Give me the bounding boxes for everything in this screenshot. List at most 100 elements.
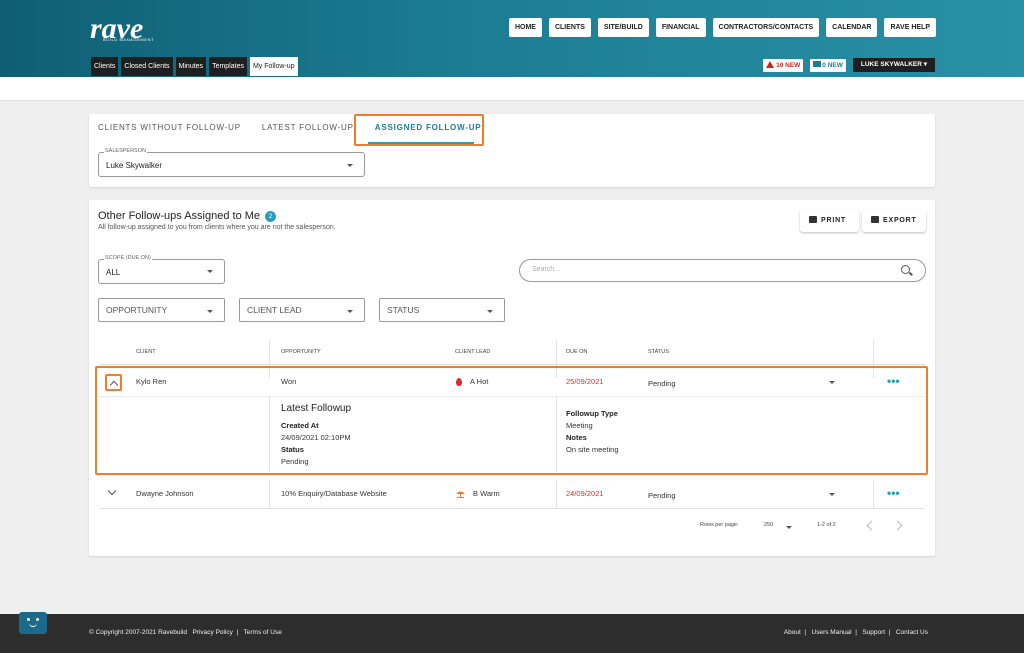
detail-notes-label: Notes — [566, 433, 587, 442]
count-badge: 2 — [265, 211, 277, 222]
row1-client[interactable]: Kylo Ren — [136, 377, 166, 386]
support-link[interactable]: Support — [862, 629, 885, 636]
salesperson-select[interactable]: SALESPERSON Luke Skywalker — [98, 148, 365, 177]
assigned-follow-ups-card: Other Follow-ups Assigned to Me 2 All fo… — [89, 200, 935, 556]
row2-status[interactable]: Pending — [648, 491, 676, 500]
subtab-my-follow-up[interactable]: My Follow-up — [249, 57, 298, 76]
subtab-templates[interactable]: Templates — [209, 57, 247, 76]
rows-per-page-label: Rows per page: — [700, 522, 739, 528]
column-divider — [556, 480, 557, 508]
nav-contractors-contacts[interactable]: CONTRACTORS/CONTACTS — [712, 18, 820, 37]
chat-bot-mouth — [29, 623, 37, 627]
print-button[interactable]: PRINT — [800, 210, 859, 232]
detail-heading: Latest Followup — [281, 403, 352, 414]
col-header-due-on: DUE ON — [566, 349, 588, 355]
scope-label: SCOPE (DUE ON) — [104, 255, 152, 261]
envelope-icon — [813, 60, 822, 67]
opportunity-filter[interactable]: OPPORTUNITY — [98, 298, 225, 322]
highlight-annotation-row — [95, 366, 928, 475]
warning-icon — [766, 60, 775, 68]
chat-bot-icon[interactable] — [19, 612, 47, 634]
chevron-down-icon[interactable] — [107, 486, 117, 496]
salesperson-label: SALESPERSON — [104, 148, 147, 154]
search-icon[interactable] — [901, 265, 910, 274]
contact-us-link[interactable]: Contact Us — [896, 629, 928, 636]
detail-created-value: 24/09/2021 02:10PM — [281, 433, 351, 442]
nav-financial[interactable]: FINANCIAL — [655, 18, 706, 37]
table-divider — [99, 364, 925, 365]
row2-opportunity: 10% Enquiry/Database Website — [281, 489, 387, 498]
row2-client[interactable]: Dwayne Johnson — [136, 489, 194, 498]
chevron-down-icon — [487, 310, 493, 313]
row-actions-more-icon[interactable]: ••• — [887, 487, 900, 499]
app-header: rave BUILD MANAGEMENT HOME CLIENTS SITE/… — [0, 0, 1024, 77]
alerts-badge[interactable]: 10 NEW — [763, 58, 804, 72]
status-filter[interactable]: STATUS — [379, 298, 505, 322]
terms-of-use-link[interactable]: Terms of Use — [244, 629, 282, 636]
messages-badge[interactable]: 0 NEW — [810, 58, 846, 72]
export-button[interactable]: EXPORT — [862, 210, 926, 232]
subtab-minutes[interactable]: Minutes — [175, 57, 207, 76]
nav-calendar[interactable]: CALENDAR — [826, 18, 878, 37]
salesperson-value: Luke Skywalker — [106, 161, 163, 170]
nav-clients[interactable]: CLIENTS — [548, 18, 591, 37]
follow-up-filter-card: CLIENTS WITHOUT FOLLOW-UP LATEST FOLLOW-… — [89, 114, 935, 187]
page-range: 1-2 of 2 — [817, 522, 836, 528]
client-lead-filter-label: CLIENT LEAD — [247, 305, 302, 315]
detail-type-label: Followup Type — [566, 409, 618, 418]
chevron-down-icon — [207, 310, 213, 313]
subtab-clients[interactable]: Clients — [91, 57, 119, 76]
column-divider — [873, 480, 874, 508]
chat-bot-eye — [36, 618, 39, 621]
messages-count: 0 NEW — [822, 61, 843, 69]
status-dropdown-chevron-icon[interactable] — [829, 381, 835, 384]
chat-bot-eye — [27, 618, 30, 621]
search-placeholder: Search... — [532, 266, 561, 273]
status-dropdown-chevron-icon[interactable] — [829, 493, 835, 496]
scope-select[interactable]: SCOPE (DUE ON) ALL — [98, 255, 225, 284]
column-divider — [269, 480, 270, 508]
rows-per-page-select[interactable]: 250 — [764, 522, 773, 528]
nav-rave-help[interactable]: RAVE HELP — [884, 18, 936, 37]
row2-lead: B Warm — [473, 489, 500, 498]
chevron-down-icon[interactable] — [786, 526, 792, 529]
privacy-policy-link[interactable]: Privacy Policy — [192, 629, 232, 636]
col-header-status: STATUS — [648, 349, 669, 355]
user-menu-button[interactable]: LUKE SKYWALKER ▾ — [852, 58, 935, 72]
rows-per-page-value: 250 — [764, 522, 774, 528]
beach-umbrella-icon — [456, 491, 465, 498]
row2-due-on: 24/09/2021 — [566, 489, 604, 498]
col-header-client: CLIENT — [136, 349, 156, 355]
users-manual-link[interactable]: Users Manual — [812, 629, 852, 636]
nav-site-build[interactable]: SITE/BUILD — [597, 18, 649, 37]
search-input[interactable]: Search... — [519, 259, 926, 282]
highlight-annotation-tab — [354, 114, 484, 146]
tab-latest-follow-up[interactable]: LATEST FOLLOW-UP — [262, 123, 363, 141]
opportunity-filter-label: OPPORTUNITY — [106, 305, 168, 315]
footer-left: © Copyright 2007-2021 Ravebuild Privacy … — [89, 629, 282, 636]
column-divider — [556, 396, 557, 472]
detail-notes-value: On site meeting — [566, 445, 619, 454]
nav-home[interactable]: HOME — [508, 18, 542, 37]
subtab-closed-clients[interactable]: Closed Clients — [121, 57, 173, 76]
row1-status[interactable]: Pending — [648, 379, 676, 388]
alerts-area: 10 NEW 0 NEW LUKE SKYWALKER ▾ — [763, 58, 935, 72]
detail-type-value: Meeting — [566, 421, 593, 430]
detail-status-value: Pending — [281, 457, 309, 466]
row-actions-more-icon[interactable]: ••• — [887, 375, 900, 387]
detail-created-label: Created At — [281, 421, 319, 430]
about-link[interactable]: About — [784, 629, 801, 636]
section-title: Other Follow-ups Assigned to Me 2 — [98, 210, 277, 222]
table-divider — [99, 396, 925, 397]
alerts-count: 10 NEW — [776, 61, 801, 69]
row1-opportunity: Won — [281, 377, 297, 386]
client-lead-filter[interactable]: CLIENT LEAD — [239, 298, 365, 322]
chevron-down-icon — [207, 270, 213, 273]
tab-clients-without-follow-up[interactable]: CLIENTS WITHOUT FOLLOW-UP — [98, 123, 250, 141]
col-header-opportunity: OPPORTUNITY — [281, 349, 321, 355]
prev-page-icon[interactable] — [866, 520, 877, 531]
next-page-icon[interactable] — [892, 520, 903, 531]
chevron-down-icon — [347, 164, 353, 167]
section-subtitle: All follow-up assigned to you from clien… — [98, 224, 336, 231]
top-navigation: HOME CLIENTS SITE/BUILD FINANCIAL CONTRA… — [508, 18, 936, 37]
